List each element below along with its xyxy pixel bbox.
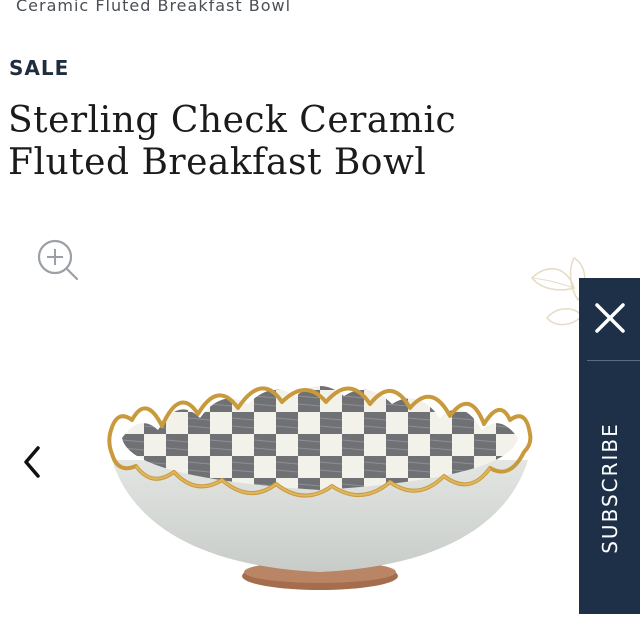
breadcrumb[interactable]: Ceramic Fluted Breakfast Bowl	[16, 0, 291, 15]
divider	[587, 360, 640, 361]
zoom-in-icon[interactable]	[36, 238, 80, 282]
product-title: Sterling Check Ceramic Fluted Breakfast …	[8, 100, 457, 183]
close-icon[interactable]	[579, 296, 640, 340]
chevron-left-icon[interactable]	[18, 442, 48, 482]
sale-badge: SALE	[9, 56, 70, 80]
product-image[interactable]	[100, 368, 540, 608]
subscribe-panel: SUBSCRIBE	[579, 278, 640, 614]
subscribe-label: SUBSCRIBE	[597, 422, 622, 554]
subscribe-button[interactable]: SUBSCRIBE	[579, 378, 640, 598]
